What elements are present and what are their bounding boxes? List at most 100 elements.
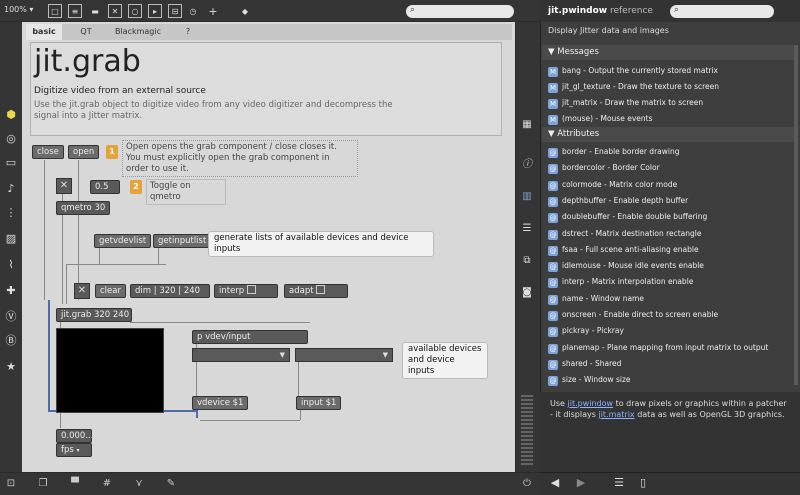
message-box-icon[interactable]: ≡ <box>68 4 82 18</box>
back-arrow-icon[interactable]: ◀ <box>548 476 562 490</box>
attribute-item[interactable]: @ planemap - Plane mapping from input mat… <box>548 340 792 355</box>
jit-grab-object[interactable]: jit.grab 320 240 <box>56 308 132 322</box>
patch-cable <box>66 264 67 304</box>
open-book-icon[interactable]: ⧉ <box>520 254 534 268</box>
wrench-icon[interactable]: ✎ <box>164 477 178 491</box>
jit-matrix-link[interactable]: jit.matrix <box>598 410 634 419</box>
message-item[interactable]: Mjit_gl_texture - Draw the texture to sc… <box>548 79 792 94</box>
attribute-item[interactable]: @ doublebuffer - Enable double buffering <box>548 209 792 224</box>
jit-pwindow-link[interactable]: jit.pwindow <box>568 399 614 408</box>
tab-basic[interactable]: basic <box>26 24 62 40</box>
getinputlist-message[interactable]: getinputlist <box>153 234 212 248</box>
reference-title: jit.pwindow reference <box>548 6 653 16</box>
tab-blackmagic[interactable]: Blackmagic <box>110 24 166 40</box>
tab-qt[interactable]: QT <box>74 24 98 40</box>
sequence-icon[interactable]: ⋮ <box>4 206 18 220</box>
grid-icon[interactable]: # <box>100 477 114 491</box>
attribute-item[interactable]: @ colormode - Matrix color mode <box>548 177 792 192</box>
attribute-item[interactable]: @ shared - Shared <box>548 356 792 371</box>
debug-icon[interactable]: ⋎ <box>132 477 146 491</box>
message-item[interactable]: M (mouse) - Mouse events <box>548 111 792 126</box>
add-object-icon[interactable]: + <box>206 4 220 18</box>
input-message[interactable]: input $1 <box>296 396 342 410</box>
search-icon: ⌕ <box>674 5 680 15</box>
interp-message[interactable]: interp <box>214 284 278 298</box>
slider-icon[interactable]: ⊟ <box>168 4 182 18</box>
power-icon[interactable]: ⏻ <box>520 477 534 491</box>
attribute-item[interactable]: @ interp - Matrix interpolation enable <box>548 274 792 289</box>
star-icon[interactable]: ★ <box>4 360 18 374</box>
message-item[interactable]: Mbang - Output the currently stored matr… <box>548 63 792 78</box>
p-vdev-input-subpatch[interactable]: p vdev/input <box>192 330 308 344</box>
tab-help[interactable]: ? <box>180 24 196 40</box>
cube-icon[interactable]: ⬢ <box>4 108 18 122</box>
attributes-section-header[interactable]: ▼ Attributes <box>542 127 794 142</box>
dial-icon[interactable]: ◷ <box>186 4 200 18</box>
comment-icon[interactable]: ▬ <box>88 4 102 18</box>
forward-arrow-icon[interactable]: ▶ <box>574 476 588 490</box>
attribute-item[interactable]: @ onscreen - Enable direct to screen enab… <box>548 307 792 322</box>
reference-item-label: doublebuffer - Enable double buffering <box>562 212 708 222</box>
messages-section-header[interactable]: ▼ Messages <box>542 45 794 60</box>
toggle-box[interactable]: ✕ <box>56 178 72 194</box>
attribute-item[interactable]: @ border - Enable border drawing <box>548 144 792 159</box>
paperclip-icon[interactable]: ⌇ <box>4 258 18 272</box>
list-icon[interactable]: ☰ <box>520 222 534 236</box>
attribute-item[interactable]: @ depthbuffer - Enable depth buffer <box>548 193 792 208</box>
attribute-item[interactable]: @ dstrect - Matrix destination rectangle <box>548 226 792 241</box>
device-menu[interactable]: ▼ <box>192 348 290 362</box>
vdevice-message[interactable]: vdevice $1 <box>192 396 249 410</box>
zoom-menu[interactable]: 100% ▾ <box>4 5 33 14</box>
clear-message[interactable]: clear <box>95 284 126 298</box>
attribute-item[interactable]: @ fsaa - Full scene anti-aliasing enable <box>548 242 792 257</box>
bang-icon[interactable]: ○ <box>128 4 142 18</box>
jit-pwindow-display[interactable] <box>56 328 164 413</box>
left-toolbar <box>0 22 22 472</box>
attribute-item[interactable]: @ idlemouse - Mouse idle events enable <box>548 258 792 273</box>
dim-message[interactable]: dim | 320 | 240 <box>130 284 210 298</box>
reference-item-label: border - Enable border drawing <box>562 147 680 156</box>
getvdevlist-message[interactable]: getvdevlist <box>94 234 152 248</box>
attribute-item[interactable]: @ pickray - Pickray <box>548 323 792 338</box>
message-item[interactable]: Mjit_matrix - Draw the matrix to screen <box>548 95 792 110</box>
attribute-item[interactable]: @ bordercolor - Border Color <box>548 160 792 175</box>
reference-search-input[interactable]: ⌕ <box>670 5 774 18</box>
document-icon[interactable]: ▯ <box>636 476 650 490</box>
circle-icon[interactable]: ◎ <box>4 132 18 146</box>
reference-item-label: idlemouse - Mouse idle events enable <box>562 261 704 271</box>
info-icon[interactable]: ⓘ <box>520 158 534 172</box>
close-message[interactable]: close <box>32 145 64 159</box>
fps-number-box[interactable]: 0.000... <box>56 429 93 443</box>
film-icon[interactable]: ▭ <box>4 156 18 170</box>
attribute-item[interactable]: @ name - Window name <box>548 291 792 306</box>
presentation-icon[interactable]: ❐ <box>36 477 50 491</box>
patch-cable <box>48 300 50 410</box>
b-circle-icon[interactable]: Ⓑ <box>4 334 18 348</box>
toggle-box-2[interactable]: ✕ <box>74 283 90 299</box>
adapt-message[interactable]: adapt <box>284 284 348 298</box>
qmetro-object[interactable]: qmetro 30 <box>56 201 111 215</box>
paint-bucket-icon[interactable]: ◆ <box>238 4 252 18</box>
input-menu[interactable]: ▼ <box>295 348 393 362</box>
float-number-box[interactable]: 0.5 <box>90 180 120 194</box>
puzzle-icon[interactable]: ✚ <box>4 284 18 298</box>
lock-icon[interactable]: ⊡ <box>4 477 18 491</box>
camera-icon[interactable]: ◙ <box>520 286 534 300</box>
open-message[interactable]: open <box>68 145 100 159</box>
music-note-icon[interactable]: ♪ <box>4 182 18 196</box>
patcher-search-input[interactable]: ⌕ <box>406 5 514 18</box>
image-icon[interactable]: ▨ <box>4 232 18 246</box>
v-circle-icon[interactable]: Ⓥ <box>4 310 18 324</box>
new-object-icon[interactable]: □ <box>48 4 62 18</box>
toggle-icon[interactable]: ✕ <box>108 4 122 18</box>
fps-menu[interactable]: fps ▾ <box>56 443 92 457</box>
reference-scrollbar[interactable] <box>794 45 798 385</box>
reference-item-label: colormode - Matrix color mode <box>562 179 678 189</box>
menu-icon[interactable]: ☰ <box>612 476 626 490</box>
attribute-item[interactable]: @ size - Window size <box>548 372 792 387</box>
book-icon[interactable]: ▥ <box>520 190 534 204</box>
grid-small-icon[interactable]: ▦ <box>520 118 534 132</box>
number-box-icon[interactable]: ▸ <box>148 4 162 18</box>
chat-icon[interactable]: ▀ <box>68 477 82 491</box>
reference-item-label: fsaa - Full scene anti-aliasing enable <box>562 244 699 254</box>
